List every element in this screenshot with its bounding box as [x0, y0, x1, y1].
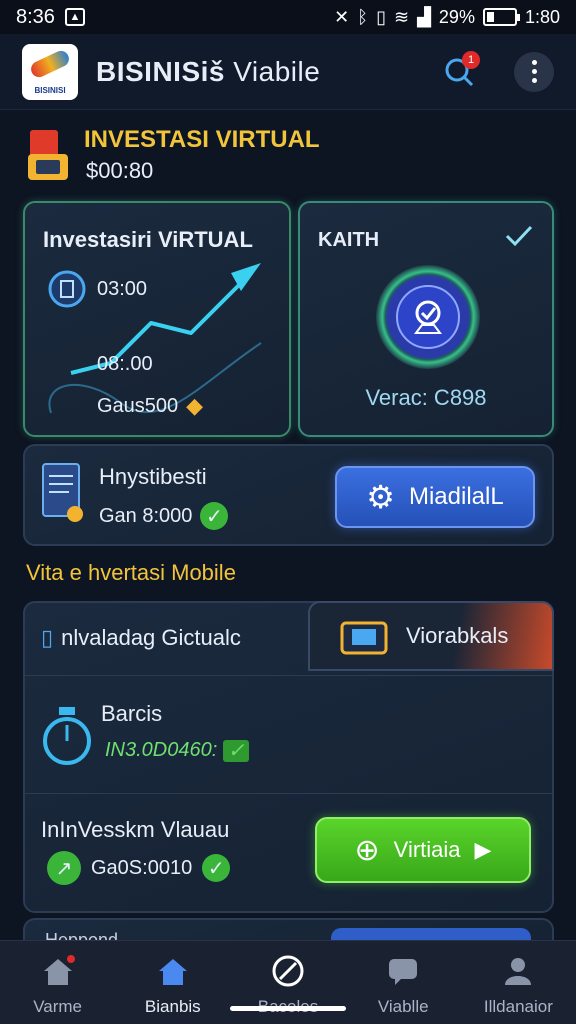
virtual-action-button-label: Virtiaia — [393, 837, 461, 862]
app-logo[interactable]: BISINISI — [22, 43, 78, 100]
folder-icon — [340, 621, 388, 655]
virtual-investment-card[interactable]: Investasiri ViRTUAL 03:00 08:.00 Gaus500… — [23, 201, 291, 437]
bluetooth-icon: ᛒ — [357, 6, 369, 27]
divider — [25, 675, 552, 676]
hnystibesti-card: Hnystibesti Gan 8:000 ✓ ⚙ MiadilalL — [23, 444, 554, 546]
compass-icon — [272, 955, 304, 987]
item-investment-value: Ga0S:0010 — [91, 856, 193, 879]
section-title: Vita e hvertasi Mobile — [26, 560, 236, 585]
chat-icon — [389, 959, 418, 985]
tab-virtual[interactable]: ▯ nlvaladag Gictualc — [41, 625, 241, 651]
item-investment-name: InInVesskm Vlauau — [41, 817, 230, 842]
item-barcis-name: Barcis — [101, 701, 163, 726]
coin-icon — [48, 270, 86, 308]
hnystibesti-title: Hnystibesti — [99, 464, 207, 489]
bottom-navigation: Varme Bianbis Bacoles Viablle Illdanaior — [0, 940, 576, 1024]
chart-card-row: 03:00 — [47, 269, 147, 309]
vibrate-icon: ▯ — [376, 6, 386, 27]
battery-icon — [482, 8, 520, 26]
divider — [25, 793, 552, 794]
chart-card-value3-row: Gaus500 ◆ — [97, 393, 203, 419]
nav-item-bacoles[interactable]: Bacoles — [230, 941, 345, 1024]
bag-icon: ◆ — [186, 393, 204, 418]
mute-icon: ✕ — [334, 6, 350, 27]
kaith-label: Verac: C898 — [365, 385, 487, 410]
nav-bianbis-label: Bianbis — [144, 997, 201, 1016]
nav-item-profile[interactable]: Illdanaior — [461, 941, 576, 1024]
app-title-rest: Viabile — [224, 55, 321, 87]
nav-profile-label: Illdanaior — [483, 997, 553, 1016]
wifi-icon: ≋ — [393, 6, 410, 27]
notification-status-icon: ▲ — [64, 8, 85, 26]
status-bar: 8:36 ▲ ✕ ᛒ ▯ ≋ ▟ 29% 1:80 — [0, 0, 576, 34]
app-header: BISINISI BISINISiš Viabile 1 — [0, 34, 576, 110]
signal-icon: ▟ — [417, 6, 431, 27]
security-badge — [376, 265, 480, 369]
gear-icon: ⚙ — [366, 479, 395, 515]
phone-icon: ▯ — [41, 625, 54, 650]
hnystibesti-value: Gan 8:000 — [99, 504, 193, 527]
status-right: ✕ ᛒ ▯ ≋ ▟ 29% 1:80 — [334, 7, 560, 28]
nav-home-label: Varme — [33, 997, 82, 1016]
app-title-bold: BISINISiš — [96, 55, 225, 87]
home-indicator[interactable] — [230, 1006, 346, 1011]
investment-title: INVESTASI VIRTUAL — [84, 126, 320, 153]
growth-coin-icon: ↗ — [47, 851, 81, 885]
shield-check-icon — [396, 285, 460, 349]
overflow-menu-button[interactable] — [514, 51, 554, 92]
item-barcis-value-row: IN3.0D0460: ✓ — [105, 739, 250, 762]
notifications-button[interactable]: 1 — [442, 50, 480, 89]
investment-summary: INVESTASI VIRTUAL $00:80 — [26, 124, 546, 190]
chart-card-value3: Gaus500 — [97, 394, 179, 417]
kaith-title: KAITH — [318, 229, 380, 251]
chart-card-value1: 03:00 — [97, 277, 148, 300]
investment-list-card: ▯ nlvaladag Gictualc Viorabkals Barcis I… — [23, 601, 554, 913]
status-time: 8:36 — [16, 5, 55, 28]
nav-item-viablle[interactable]: Viablle — [346, 941, 461, 1024]
battery-percent: 29% — [438, 6, 475, 27]
globe-icon: ⊕ — [354, 833, 380, 867]
hnystibesti-value-row: Gan 8:000 ✓ — [99, 502, 229, 530]
wallet-icon — [28, 130, 68, 180]
chart-card-value2: 08:.00 — [97, 353, 153, 375]
play-icon: ▶ — [474, 837, 492, 862]
check-icon — [505, 225, 533, 247]
kaith-card[interactable]: KAITH Verac: C898 — [298, 201, 554, 437]
virtual-action-button[interactable]: ⊕ Virtiaia ▶ — [315, 817, 531, 883]
stopwatch-icon — [43, 707, 91, 765]
approved-icon: ✓ — [202, 854, 231, 882]
tab-virtual-label: nlvaladag Gictualc — [61, 625, 241, 650]
nav-item-home[interactable]: Varme — [0, 941, 115, 1024]
item-investment-value-row: ↗ Ga0S:0010 ✓ — [47, 851, 231, 885]
tab-viorabkals[interactable]: Viorabkals — [308, 601, 554, 671]
profile-icon — [505, 958, 532, 985]
check-square-icon: ✓ — [223, 739, 250, 762]
house-icon — [158, 959, 187, 985]
investment-value: $00:80 — [86, 158, 154, 183]
status-clock-right: 1:80 — [524, 6, 560, 27]
notification-badge: 1 — [462, 50, 480, 69]
settings-button[interactable]: ⚙ MiadilalL — [335, 466, 535, 528]
approved-icon: ✓ — [200, 502, 229, 530]
home-icon — [43, 955, 75, 985]
item-barcis-value: IN3.0D0460: — [105, 739, 218, 761]
nav-item-bianbis[interactable]: Bianbis — [115, 941, 230, 1024]
tab-viorabkals-label: Viorabkals — [406, 623, 509, 648]
chart-card-title: Investasiri ViRTUAL — [43, 227, 253, 252]
app-title: BISINISiš Viabile — [96, 56, 320, 88]
document-icon — [42, 463, 83, 522]
settings-button-label: MiadilalL — [408, 483, 504, 510]
nav-viablle-label: Viablle — [377, 997, 429, 1016]
